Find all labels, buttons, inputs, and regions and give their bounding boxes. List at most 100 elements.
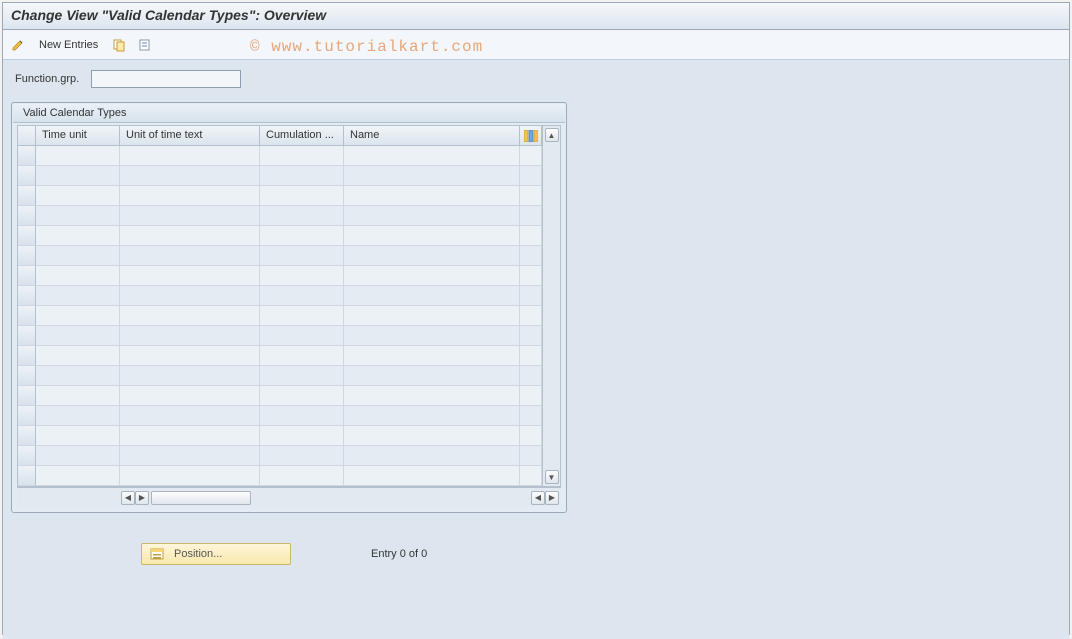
cell[interactable] xyxy=(36,206,120,226)
table-row[interactable] xyxy=(36,446,542,466)
delimit-icon[interactable] xyxy=(136,36,154,54)
table-row[interactable] xyxy=(36,406,542,426)
row-selector[interactable] xyxy=(18,306,36,326)
table-row[interactable] xyxy=(36,386,542,406)
function-group-input[interactable] xyxy=(91,70,241,88)
cell[interactable] xyxy=(36,326,120,346)
cell[interactable] xyxy=(260,366,344,386)
row-selector[interactable] xyxy=(18,286,36,306)
cell[interactable] xyxy=(344,266,520,286)
cell[interactable] xyxy=(344,246,520,266)
row-selector[interactable] xyxy=(18,386,36,406)
vertical-scrollbar[interactable]: ▲ ▼ xyxy=(542,126,560,486)
cell[interactable] xyxy=(344,386,520,406)
cell[interactable] xyxy=(36,466,120,486)
cell[interactable] xyxy=(344,166,520,186)
cell[interactable] xyxy=(120,346,260,366)
scroll-left-end-icon[interactable]: ◀ xyxy=(531,491,545,505)
cell[interactable] xyxy=(260,226,344,246)
cell[interactable] xyxy=(260,266,344,286)
cell[interactable] xyxy=(260,346,344,366)
cell[interactable] xyxy=(260,166,344,186)
select-all-header[interactable] xyxy=(18,126,36,146)
row-selector[interactable] xyxy=(18,406,36,426)
cell[interactable] xyxy=(344,226,520,246)
row-selector[interactable] xyxy=(18,446,36,466)
cell[interactable] xyxy=(120,446,260,466)
cell[interactable] xyxy=(120,246,260,266)
col-time-unit[interactable]: Time unit xyxy=(36,126,120,146)
cell[interactable] xyxy=(344,466,520,486)
table-row[interactable] xyxy=(36,426,542,446)
toggle-change-icon[interactable] xyxy=(9,36,27,54)
cell[interactable] xyxy=(36,266,120,286)
cell[interactable] xyxy=(344,286,520,306)
cell[interactable] xyxy=(344,426,520,446)
position-button[interactable]: Position... xyxy=(141,543,291,565)
cell[interactable] xyxy=(120,386,260,406)
table-row[interactable] xyxy=(36,326,542,346)
col-name[interactable]: Name xyxy=(344,126,520,146)
scroll-down-icon[interactable]: ▼ xyxy=(545,470,559,484)
cell[interactable] xyxy=(260,386,344,406)
cell[interactable] xyxy=(260,146,344,166)
cell[interactable] xyxy=(260,326,344,346)
table-row[interactable] xyxy=(36,366,542,386)
table-row[interactable] xyxy=(36,346,542,366)
cell[interactable] xyxy=(120,406,260,426)
cell[interactable] xyxy=(36,186,120,206)
cell[interactable] xyxy=(36,146,120,166)
scroll-left-icon[interactable]: ◀ xyxy=(121,491,135,505)
cell[interactable] xyxy=(120,466,260,486)
row-selector[interactable] xyxy=(18,326,36,346)
table-row[interactable] xyxy=(36,166,542,186)
cell[interactable] xyxy=(260,406,344,426)
cell[interactable] xyxy=(344,206,520,226)
copy-icon[interactable] xyxy=(110,36,128,54)
cell[interactable] xyxy=(344,406,520,426)
cell[interactable] xyxy=(120,306,260,326)
table-row[interactable] xyxy=(36,206,542,226)
cell[interactable] xyxy=(260,246,344,266)
new-entries-button[interactable]: New Entries xyxy=(35,37,102,53)
cell[interactable] xyxy=(120,326,260,346)
cell[interactable] xyxy=(36,386,120,406)
cell[interactable] xyxy=(36,446,120,466)
scroll-right-icon[interactable]: ▶ xyxy=(545,491,559,505)
table-row[interactable] xyxy=(36,186,542,206)
cell[interactable] xyxy=(120,146,260,166)
configure-columns-icon[interactable] xyxy=(520,126,542,146)
cell[interactable] xyxy=(36,246,120,266)
cell[interactable] xyxy=(344,186,520,206)
cell[interactable] xyxy=(36,306,120,326)
table-row[interactable] xyxy=(36,226,542,246)
row-selector[interactable] xyxy=(18,206,36,226)
row-selector[interactable] xyxy=(18,146,36,166)
table-row[interactable] xyxy=(36,286,542,306)
table-row[interactable] xyxy=(36,306,542,326)
cell[interactable] xyxy=(260,466,344,486)
table-row[interactable] xyxy=(36,266,542,286)
row-selector[interactable] xyxy=(18,266,36,286)
cell[interactable] xyxy=(344,366,520,386)
row-selector[interactable] xyxy=(18,466,36,486)
row-selector[interactable] xyxy=(18,166,36,186)
col-unit-of-time-text[interactable]: Unit of time text xyxy=(120,126,260,146)
row-selector[interactable] xyxy=(18,226,36,246)
cell[interactable] xyxy=(36,406,120,426)
cell[interactable] xyxy=(344,326,520,346)
cell[interactable] xyxy=(260,426,344,446)
scroll-right-inner-icon[interactable]: ▶ xyxy=(135,491,149,505)
row-selector[interactable] xyxy=(18,246,36,266)
cell[interactable] xyxy=(260,286,344,306)
cell[interactable] xyxy=(120,226,260,246)
table-row[interactable] xyxy=(36,246,542,266)
horizontal-scrollbar[interactable]: ◀ ▶ ◀ ▶ xyxy=(17,487,561,507)
col-cumulation[interactable]: Cumulation ... xyxy=(260,126,344,146)
scroll-up-icon[interactable]: ▲ xyxy=(545,128,559,142)
row-selector[interactable] xyxy=(18,366,36,386)
cell[interactable] xyxy=(344,306,520,326)
cell[interactable] xyxy=(120,166,260,186)
cell[interactable] xyxy=(260,446,344,466)
hscroll-thumb[interactable] xyxy=(151,491,251,505)
